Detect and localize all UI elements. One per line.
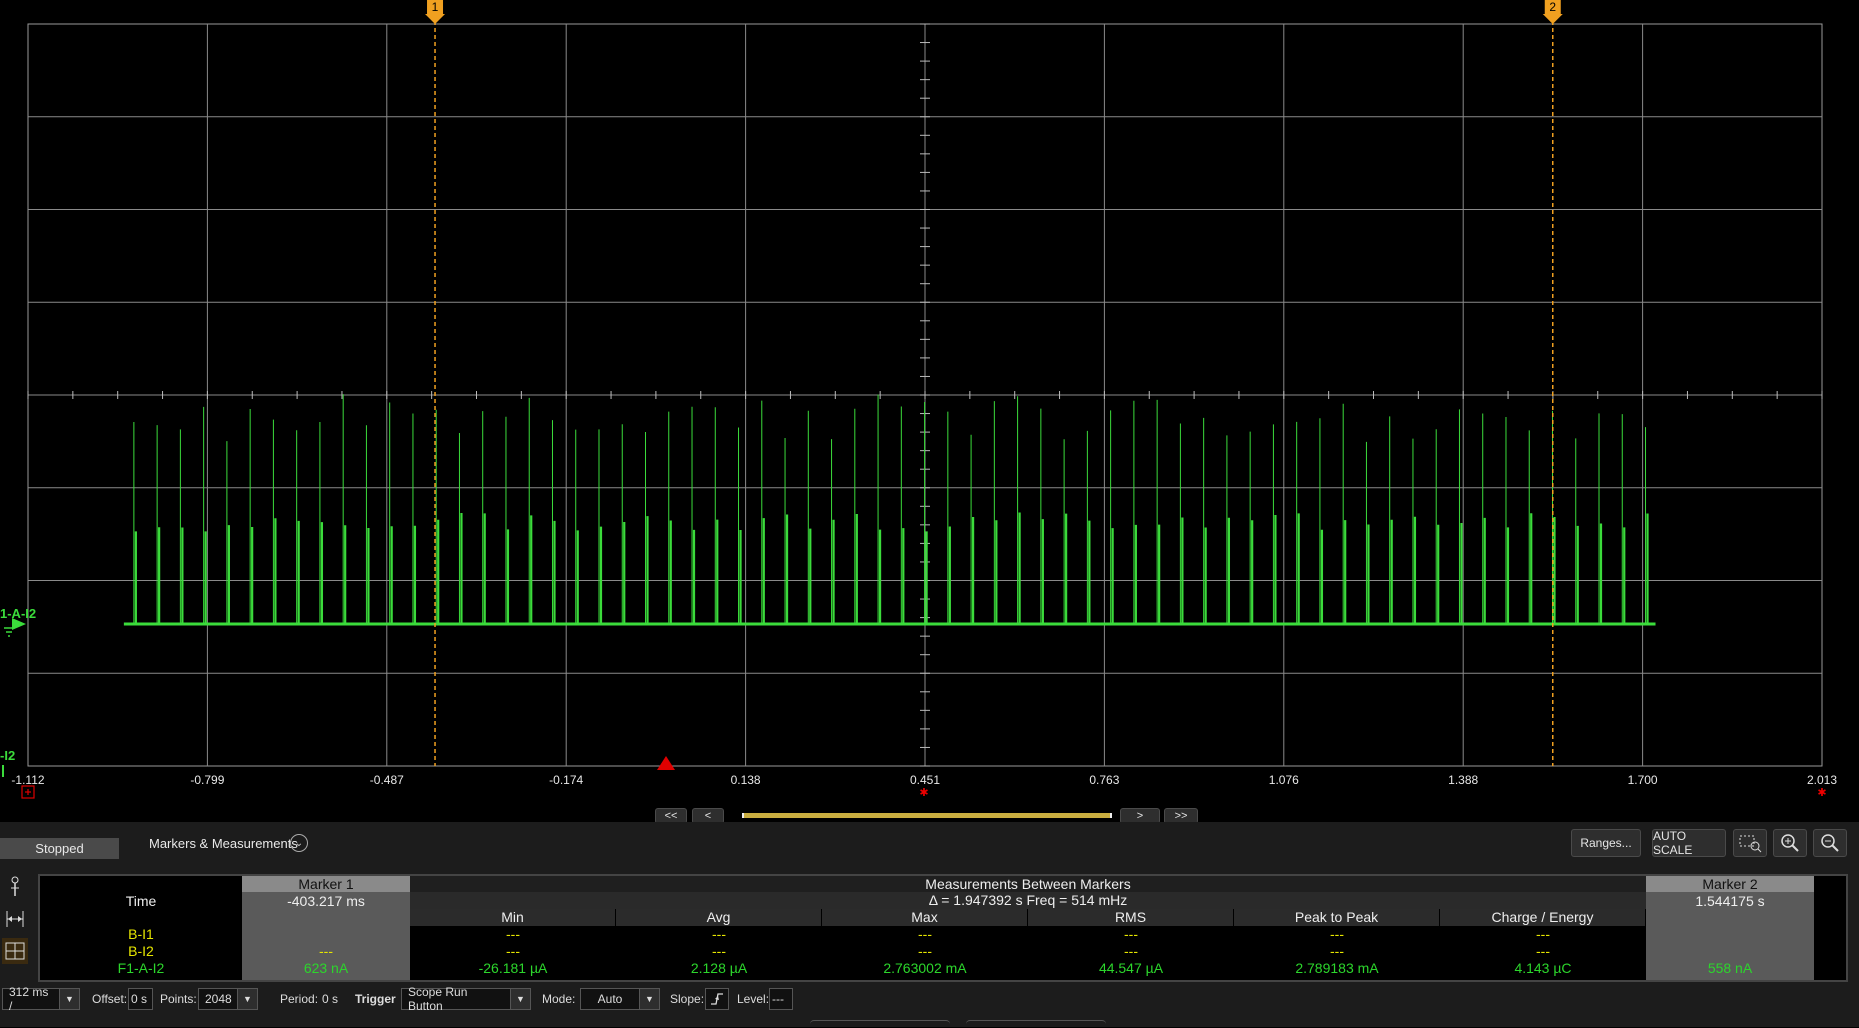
row-value: 4.143 µC [1514,960,1572,976]
row-value: --- [1536,943,1550,959]
marker1-time: -403.217 ms [287,893,365,909]
slope-label: Slope: [670,992,705,1006]
x-tick-label: 1.700 [1628,773,1658,787]
row-value: --- [918,943,932,959]
svg-text:-I2: -I2 [0,748,15,763]
offset-value[interactable]: 0 s [128,988,153,1010]
zoom-box-icon[interactable] [1733,829,1767,857]
auto-scale-button[interactable]: AUTO SCALE [1652,829,1726,857]
x-tick-label: 1.076 [1269,773,1299,787]
x-tick-label: -0.174 [549,773,583,787]
column-header: Max [822,909,1027,926]
row-value: --- [1330,943,1344,959]
row-value: --- [712,943,726,959]
column-header: RMS [1028,909,1233,926]
between-markers-title: Measurements Between Markers [410,876,1646,892]
measure-span-icon[interactable] [2,906,28,932]
row-channel-name: B-I2 [128,943,154,959]
trigger-source-select[interactable]: Scope Run Button ▼ [401,985,531,1013]
time-label: Time [125,893,157,909]
period-value: 0 s [322,992,339,1006]
trigger-label: Trigger [355,992,396,1006]
svg-text:2: 2 [1549,0,1556,14]
x-tick-label: -0.799 [190,773,224,787]
column-header: Charge / Energy [1440,909,1645,926]
level-value[interactable]: --- [769,988,793,1010]
zoom-out-icon[interactable] [1813,829,1847,857]
zoom-in-icon[interactable] [1773,829,1807,857]
row-value: --- [918,926,932,942]
x-tick-label: 2.013 [1807,773,1837,787]
scroll-range-bar[interactable] [742,813,1112,818]
slope-rising-icon[interactable] [705,988,729,1010]
ranges-button[interactable]: Ranges... [1571,829,1641,857]
grid-view-icon[interactable] [2,938,28,964]
x-tick-label: 0.763 [1089,773,1119,787]
svg-text:1: 1 [432,0,439,14]
row-marker2-value: 558 nA [1707,960,1753,976]
x-tick-label: -1.112 [11,773,44,787]
row-value: 2.128 µA [690,960,748,976]
row-value: 2.763002 mA [883,960,967,976]
x-tick-label: -0.487 [370,773,404,787]
period-label: Period: [280,992,319,1006]
delta-frequency: Δ = 1.947392 s Freq = 514 mHz [410,892,1646,909]
end-marker-icon: ✱ [1817,787,1826,799]
row-channel-name: B-I1 [128,926,154,942]
chevron-down-icon[interactable]: ⌄ [290,834,308,852]
level-label: Level: [737,992,770,1006]
marker1-header: Marker 1 [242,876,410,892]
row-channel-name: F1-A-I2 [117,960,165,976]
row-value: --- [712,926,726,942]
row-value: 2.789183 mA [1295,960,1379,976]
marker2-header: Marker 2 [1646,876,1814,892]
row-value: --- [1330,926,1344,942]
row-value: 44.547 µA [1098,960,1164,976]
row-value: --- [506,926,520,942]
row-value: -26.181 µA [478,960,548,976]
points-select[interactable]: 2048 ▼ [198,988,258,1010]
row-value: --- [506,943,520,959]
row-marker1-value: 623 nA [303,960,349,976]
x-tick-label: 0.138 [731,773,761,787]
mode-select[interactable]: Auto ▼ [580,988,660,1010]
run-status-badge: Stopped [0,838,119,859]
x-tick-label: 1.388 [1448,773,1478,787]
row-marker1-value: --- [319,943,333,959]
points-label: Points: [160,992,197,1006]
row-value: --- [1536,926,1550,942]
timebase-select[interactable]: 312 ms / ▼ [2,985,80,1013]
center-marker-icon: ✱ [919,787,928,799]
column-header: Avg [616,909,821,926]
row-value: --- [1124,926,1138,942]
column-header: Peak to Peak [1234,909,1439,926]
x-tick-label: 0.451 [910,773,940,787]
markers-measurements-title[interactable]: Markers & Measurements [149,836,298,851]
mode-label: Mode: [542,992,576,1006]
svg-text:1-A-I2: 1-A-I2 [0,606,36,621]
acquisition-toolbar: 312 ms / ▼ Offset: 0 s Points: 2048 ▼ Pe… [0,985,1859,1013]
scope-display[interactable]: 1 2 -1.112 -0.799 -0.487 -0.174 0.138 0.451 0.7… [0,0,1859,822]
marker-tool-icon[interactable] [2,874,28,900]
offset-label: Offset: [92,992,128,1006]
row-value: --- [1124,943,1138,959]
marker2-time: 1.544175 s [1695,893,1765,909]
column-header: Min [410,909,615,926]
measurements-table: Marker 1 -403.217 ms Marker 2 1.544175 s… [38,874,1848,982]
